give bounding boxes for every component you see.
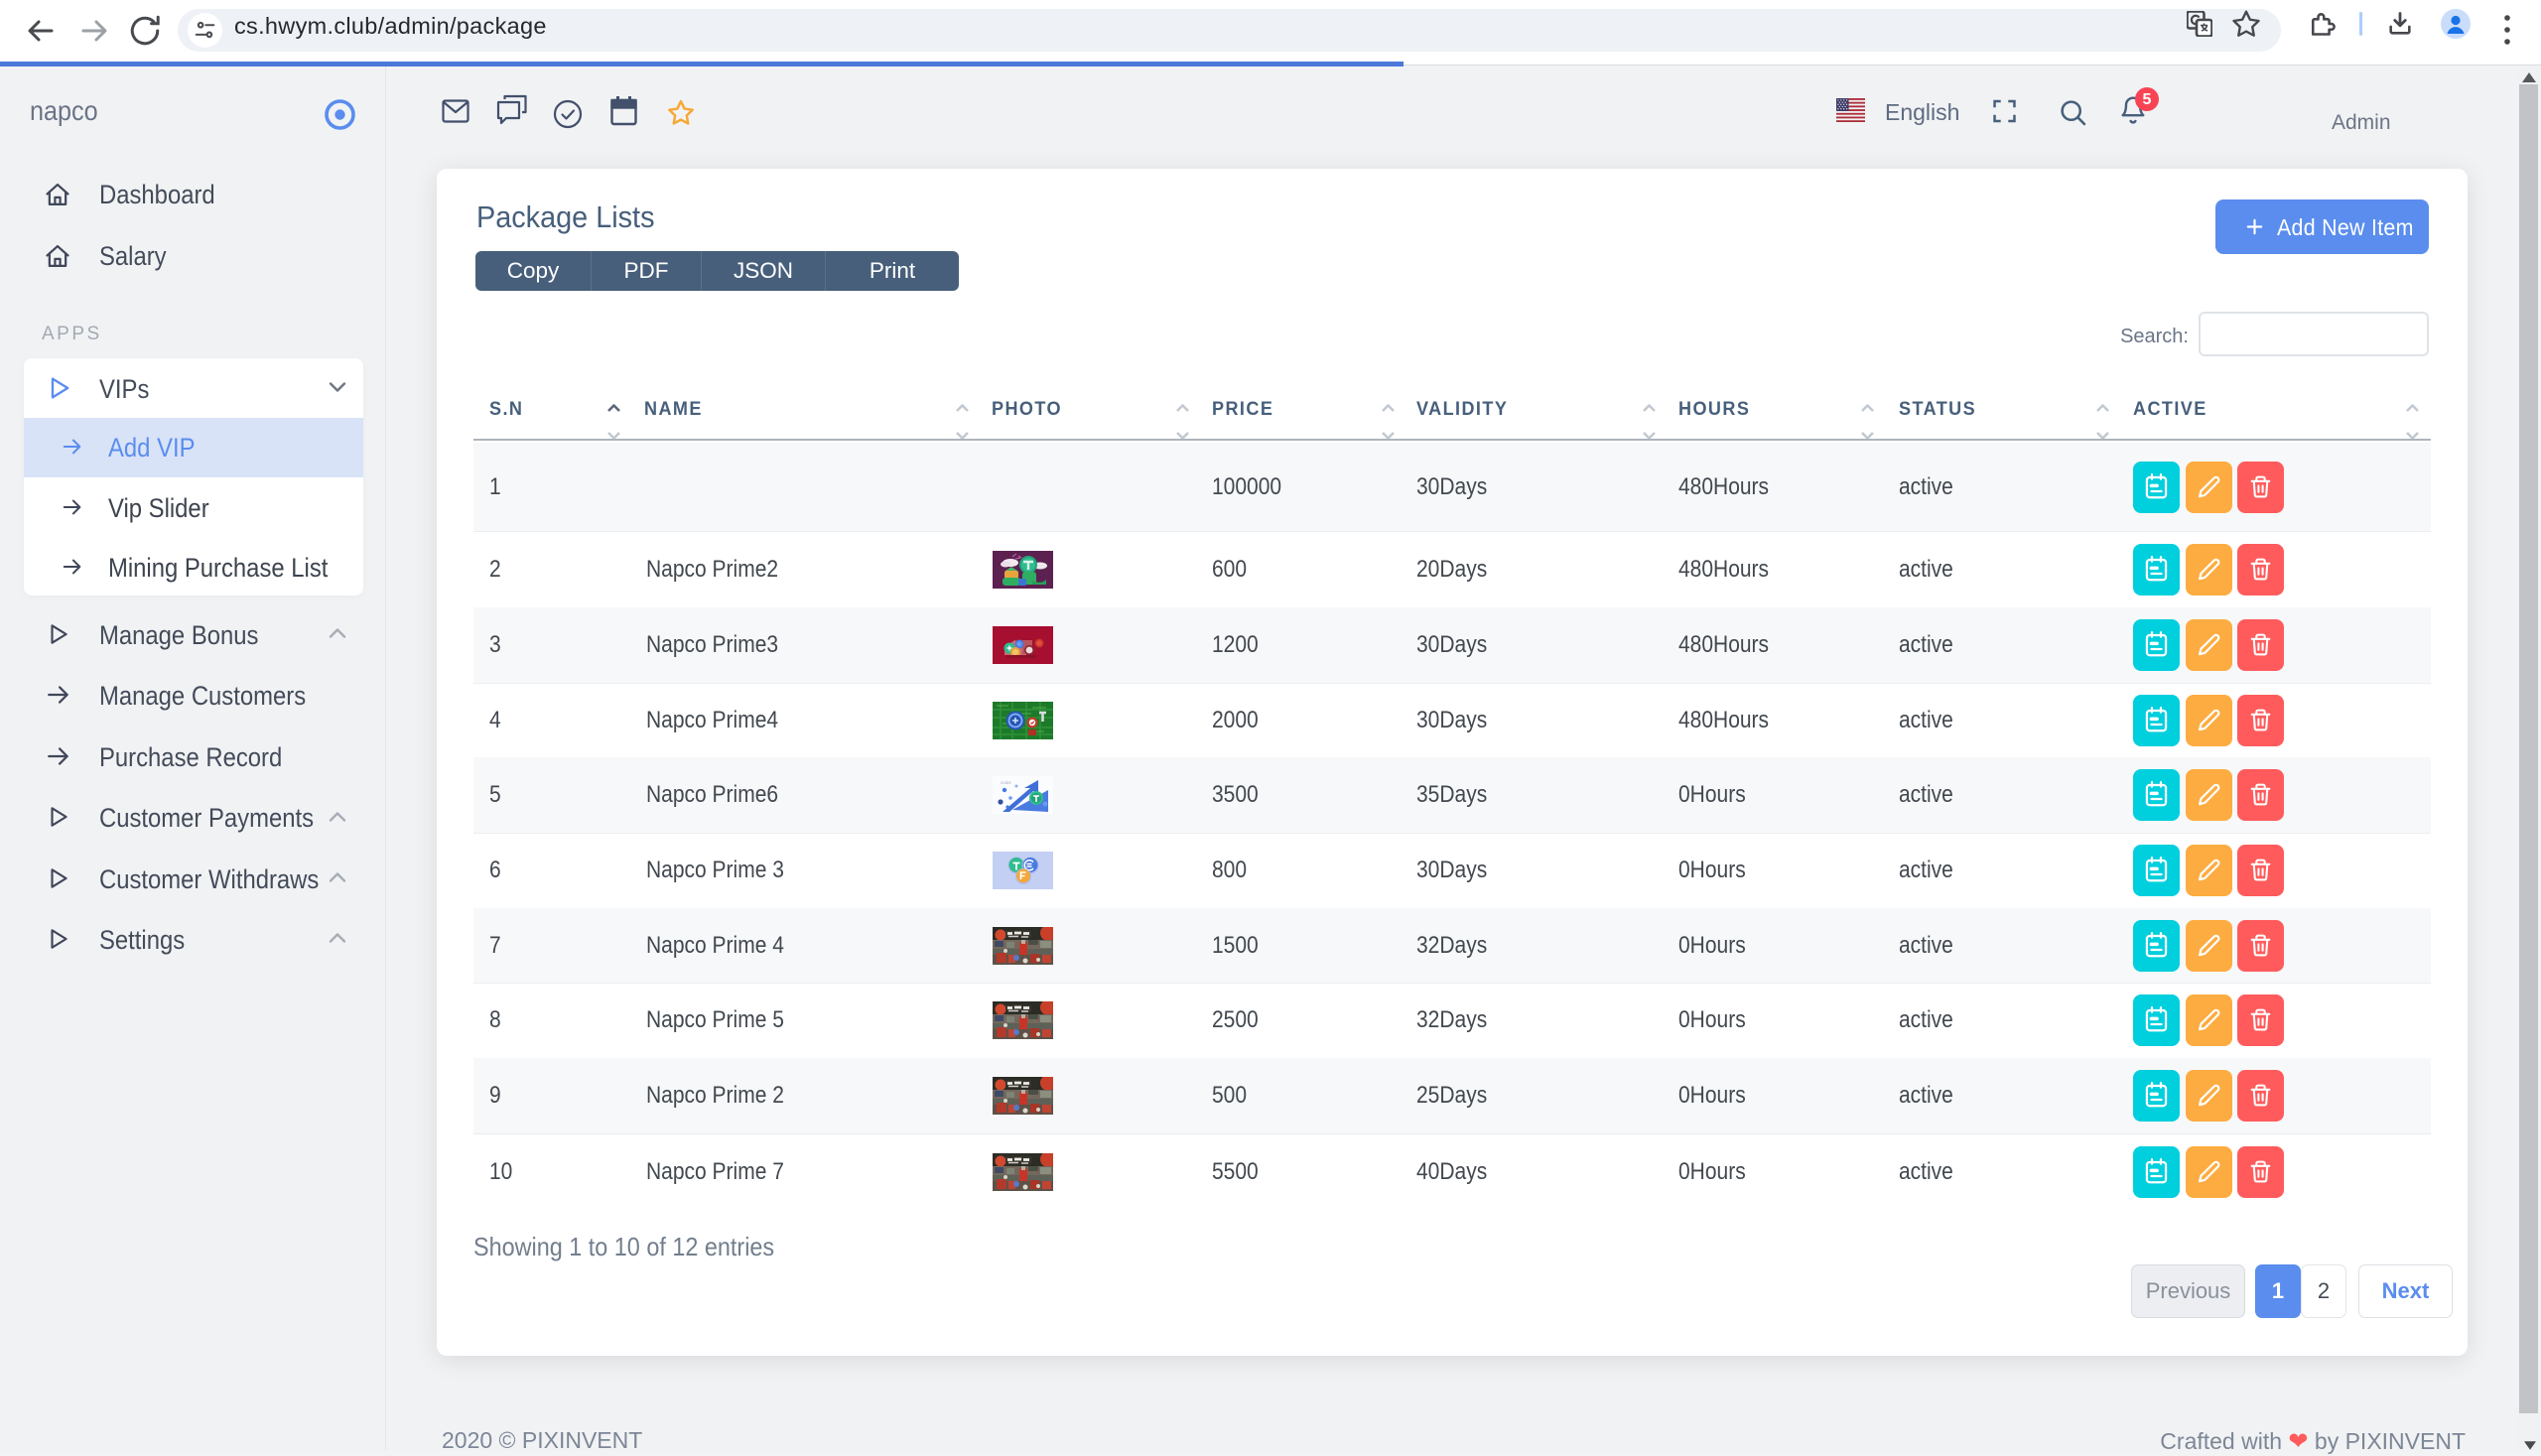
svg-text:coins: coins	[1001, 780, 1011, 785]
